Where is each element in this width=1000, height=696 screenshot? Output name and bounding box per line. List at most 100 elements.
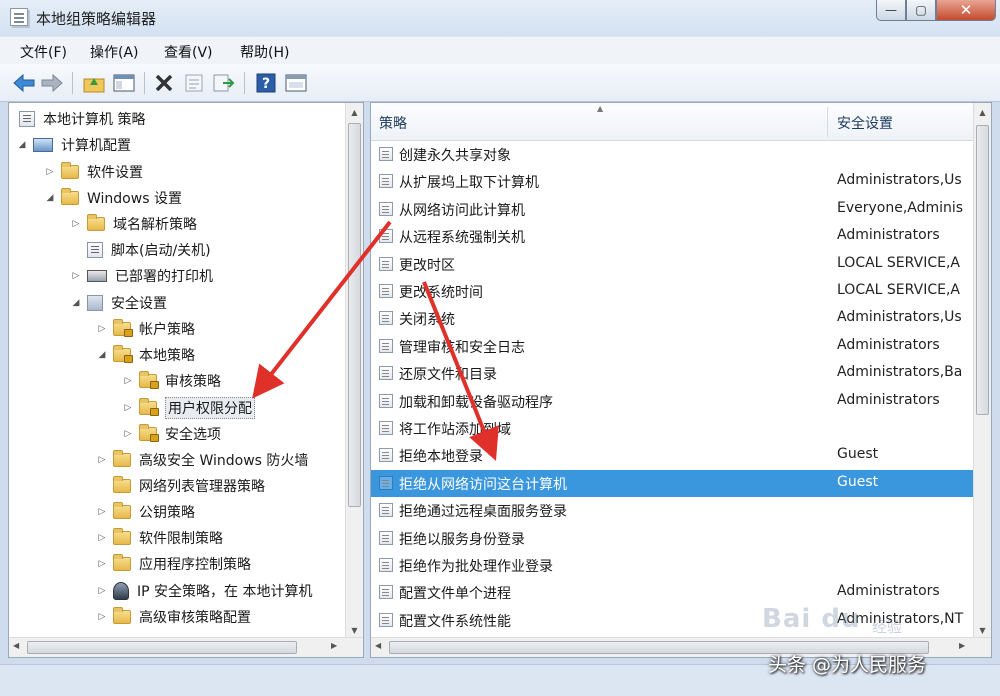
scroll-up-arrow-icon[interactable]: ▲ [974, 103, 991, 121]
policy-list-pane[interactable]: ▲ 策略 安全设置 创建永久共享对象 从扩展坞上取下计算机 Administrato… [370, 102, 992, 658]
export-list-icon[interactable] [212, 71, 236, 95]
minimize-button[interactable]: — [876, 0, 906, 21]
collapsed-arrow-icon[interactable]: ▷ [95, 559, 109, 569]
collapsed-arrow-icon[interactable]: ▷ [95, 455, 109, 465]
menu-action[interactable]: 操作(A) [90, 42, 139, 62]
tree-item-scripts[interactable]: 脚本(启动/关机) [69, 238, 211, 262]
collapsed-arrow-icon[interactable]: ▷ [121, 376, 135, 386]
tree-item-label: 本地计算机 策略 [43, 112, 146, 128]
policy-row[interactable]: 关闭系统 Administrators,Us [371, 305, 975, 332]
column-header-security-setting[interactable]: 安全设置 [837, 113, 893, 133]
tree-item-audit-policy[interactable]: ▷ 审核策略 [121, 369, 221, 393]
window-title: 本地组策略编辑器 [36, 10, 157, 28]
sort-ascending-icon: ▲ [597, 104, 604, 113]
scroll-thumb[interactable] [348, 123, 361, 507]
expanded-arrow-icon[interactable]: ◢ [95, 350, 109, 360]
tree-item-ip-security[interactable]: ▷ IP 安全策略，在 本地计算机 [95, 579, 312, 603]
folder-icon [61, 188, 79, 205]
scroll-right-arrow-icon[interactable]: ▶ [331, 641, 337, 650]
policy-row[interactable]: 更改时区 LOCAL SERVICE,A [371, 251, 975, 278]
up-folder-icon[interactable] [82, 71, 106, 95]
tree-item-account-policy[interactable]: ▷ 帐户策略 [95, 317, 195, 341]
tree-item-network-list[interactable]: 网络列表管理器策略 [95, 474, 265, 498]
tree-horizontal-scrollbar[interactable]: ◀ ▶ [9, 637, 363, 657]
expanded-arrow-icon[interactable]: ◢ [43, 193, 57, 203]
collapsed-arrow-icon[interactable]: ▷ [95, 507, 109, 517]
scroll-left-arrow-icon[interactable]: ◀ [13, 641, 19, 650]
tree-item-label: 安全设置 [111, 296, 167, 312]
policy-row[interactable]: 拒绝通过远程桌面服务登录 [371, 497, 975, 524]
tree-item-root[interactable]: 本地计算机 策略 [15, 107, 145, 131]
expanded-arrow-icon[interactable]: ◢ [15, 140, 29, 150]
collapsed-arrow-icon[interactable]: ▷ [95, 324, 109, 334]
tree-item-advanced-audit[interactable]: ▷ 高级审核策略配置 [95, 605, 251, 629]
scroll-up-arrow-icon[interactable]: ▲ [346, 103, 363, 121]
back-arrow-icon[interactable] [12, 71, 36, 95]
policy-row[interactable]: 创建永久共享对象 [371, 141, 975, 168]
delete-icon[interactable] [152, 71, 176, 95]
tree-item-user-rights[interactable]: ▷ 用户权限分配 [121, 396, 255, 420]
list-vertical-scrollbar[interactable]: ▲ ▼ [973, 103, 991, 639]
collapsed-arrow-icon[interactable]: ▷ [95, 533, 109, 543]
policy-row[interactable]: 更改系统时间 LOCAL SERVICE,A [371, 278, 975, 305]
collapsed-arrow-icon[interactable]: ▷ [69, 271, 83, 281]
help-icon[interactable]: ? [254, 71, 278, 95]
properties-icon[interactable] [182, 71, 206, 95]
menu-file[interactable]: 文件(F) [20, 42, 67, 62]
policy-icon [379, 393, 393, 408]
close-button[interactable]: ✕ [936, 0, 996, 21]
tree-pane[interactable]: 本地计算机 策略 ◢ 计算机配置 ▷ 软件设置 ◢ Windows 设置 ▷ 域… [8, 102, 364, 658]
tree-item-computer-config[interactable]: ◢ 计算机配置 [15, 133, 131, 157]
policy-icon [379, 558, 393, 572]
menu-help[interactable]: 帮助(H) [240, 42, 289, 62]
scroll-right-arrow-icon[interactable]: ▶ [959, 641, 965, 650]
tree-item-windows-settings[interactable]: ◢ Windows 设置 [43, 186, 182, 210]
forward-arrow-icon[interactable] [40, 71, 64, 95]
scroll-thumb[interactable] [27, 641, 297, 654]
tree-item-label: 域名解析策略 [113, 217, 197, 233]
tree-item-local-policy[interactable]: ◢ 本地策略 [95, 343, 195, 367]
collapsed-arrow-icon[interactable]: ▷ [43, 167, 57, 177]
column-header-policy[interactable]: 策略 [379, 113, 407, 133]
policy-row-selected[interactable]: 拒绝从网络访问这台计算机 Guest [371, 469, 975, 497]
computer-icon [33, 138, 53, 152]
collapsed-arrow-icon[interactable]: ▷ [95, 586, 109, 596]
policy-row[interactable]: 从扩展坞上取下计算机 Administrators,Us [371, 168, 975, 195]
policy-icon [379, 174, 393, 189]
policy-row[interactable]: 从网络访问此计算机 Everyone,Adminis [371, 196, 975, 223]
tree-item-security-options[interactable]: ▷ 安全选项 [121, 422, 221, 446]
policy-icon [379, 612, 393, 627]
show-hide-tree-icon[interactable] [112, 71, 136, 95]
collapsed-arrow-icon[interactable]: ▷ [121, 429, 135, 439]
expanded-arrow-icon[interactable]: ◢ [69, 298, 83, 308]
scroll-left-arrow-icon[interactable]: ◀ [375, 641, 381, 650]
policy-row[interactable]: 还原文件和目录 Administrators,Ba [371, 360, 975, 387]
policy-row[interactable]: 拒绝作为批处理作业登录 [371, 552, 975, 579]
tree-item-printers[interactable]: ▷ 已部署的打印机 [69, 264, 213, 288]
policy-row[interactable]: 从远程系统强制关机 Administrators [371, 223, 975, 250]
scroll-thumb[interactable] [976, 125, 989, 415]
policy-row[interactable]: 配置文件单个进程 Administrators [371, 579, 975, 606]
policy-row[interactable]: 将工作站添加到域 [371, 415, 975, 442]
policy-row[interactable]: 管理审核和安全日志 Administrators [371, 333, 975, 360]
tree-item-firewall[interactable]: ▷ 高级安全 Windows 防火墙 [95, 448, 308, 472]
console-icon[interactable] [284, 71, 308, 95]
collapsed-arrow-icon[interactable]: ▷ [69, 219, 83, 229]
maximize-button[interactable]: ▢ [906, 0, 936, 21]
menu-view[interactable]: 查看(V) [164, 42, 213, 62]
tree-vertical-scrollbar[interactable]: ▲ ▼ [345, 103, 363, 639]
policy-row[interactable]: 拒绝以服务身份登录 [371, 525, 975, 552]
tree-item-public-key[interactable]: ▷ 公钥策略 [95, 500, 195, 524]
collapsed-arrow-icon[interactable]: ▷ [121, 403, 135, 413]
policy-row[interactable]: 加载和卸载设备驱动程序 Administrators [371, 388, 975, 415]
tree-item-security-settings[interactable]: ◢ 安全设置 [69, 291, 167, 315]
tree-item-software-settings[interactable]: ▷ 软件设置 [43, 160, 143, 184]
tree-item-software-restriction[interactable]: ▷ 软件限制策略 [95, 526, 223, 550]
policy-row[interactable]: 拒绝本地登录 Guest [371, 442, 975, 469]
policy-name: 从网络访问此计算机 [399, 202, 525, 219]
tree-item-app-control[interactable]: ▷ 应用程序控制策略 [95, 552, 251, 576]
tree-item-label: 审核策略 [165, 374, 221, 390]
tree-item-name-resolution[interactable]: ▷ 域名解析策略 [69, 212, 197, 236]
svg-text:?: ? [262, 76, 270, 92]
collapsed-arrow-icon[interactable]: ▷ [95, 612, 109, 622]
